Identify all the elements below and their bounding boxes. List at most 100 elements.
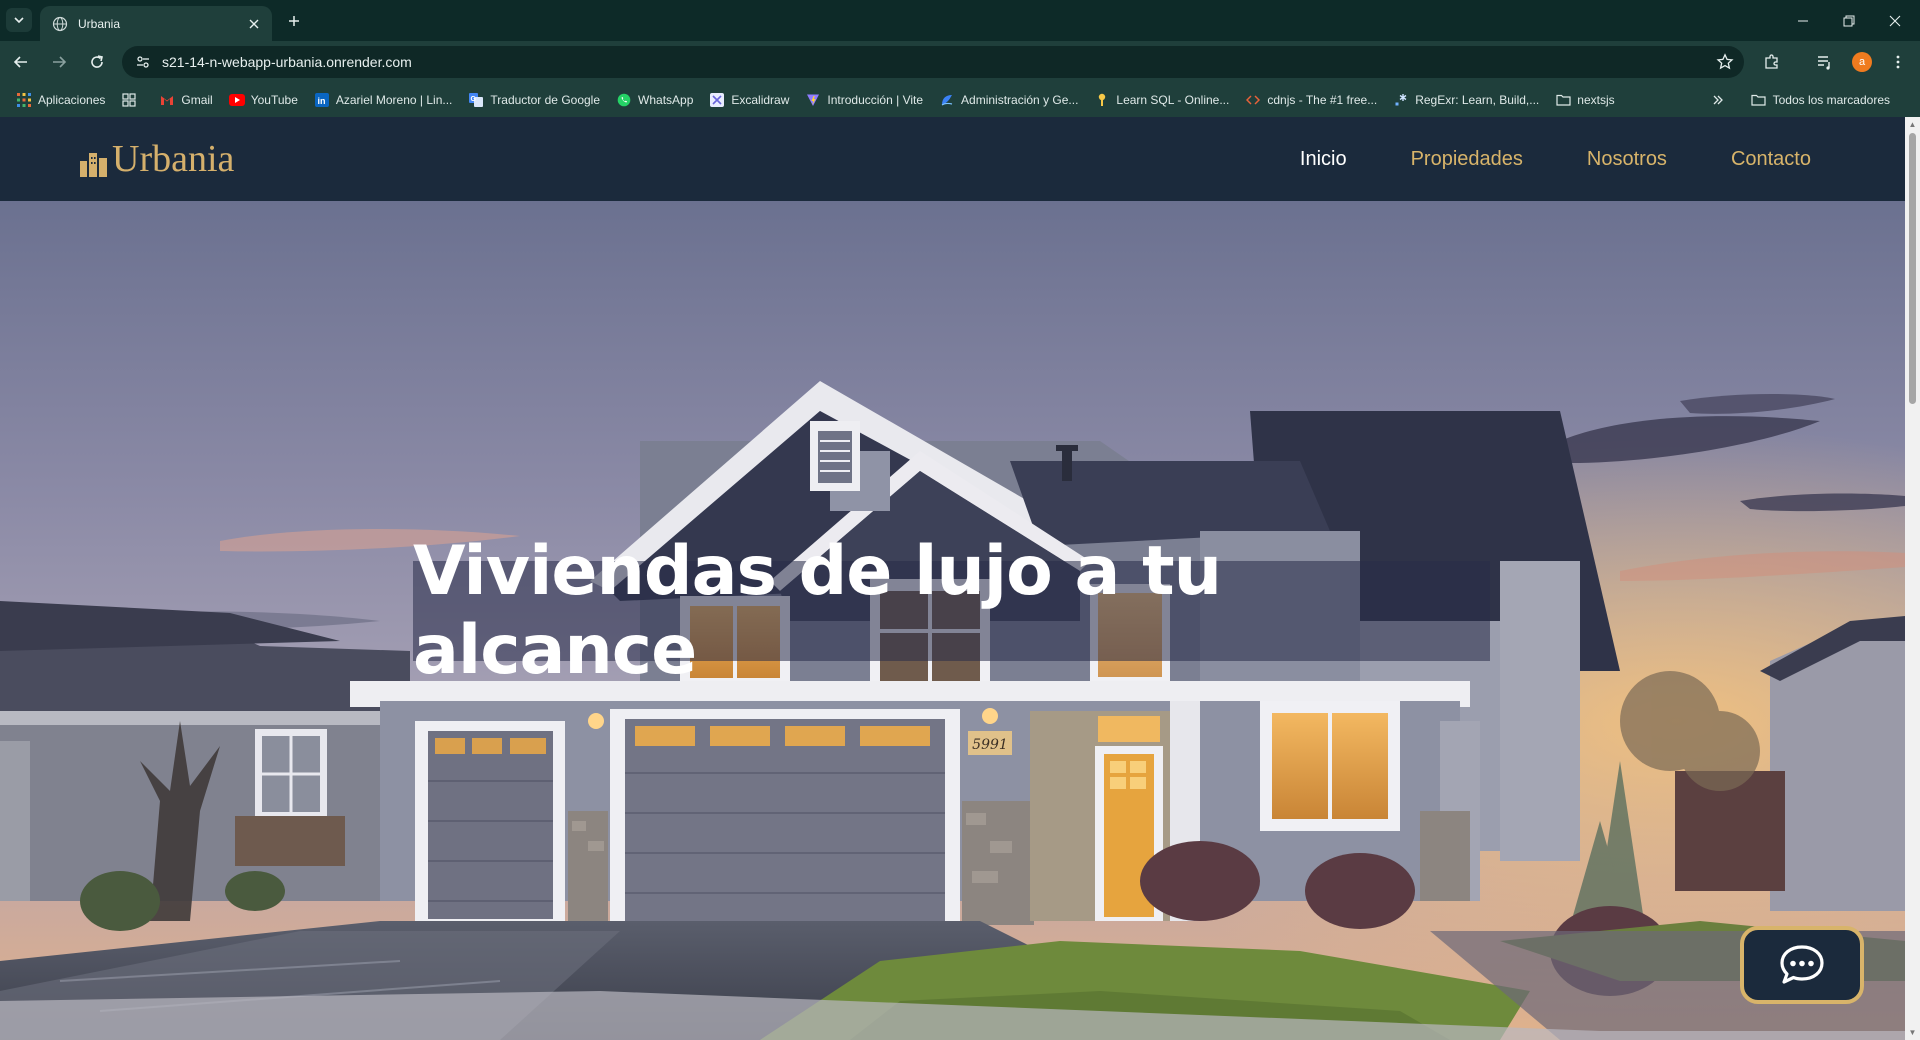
folder-icon [1555,92,1571,108]
apps-grid-icon [16,92,32,108]
globe-icon [52,16,68,31]
site-logo[interactable]: Urbania [78,139,234,179]
nav-link-contacto[interactable]: Contacto [1731,148,1811,171]
forward-button[interactable] [42,45,76,79]
bookmark-linkedin[interactable]: in Azariel Moreno | Lin... [314,92,453,108]
tab-title: Urbania [78,16,121,31]
all-bookmarks-label: Todos los marcadores [1772,93,1890,107]
linkedin-icon: in [314,92,330,108]
bookmark-administracion[interactable]: Administración y Ge... [939,92,1078,108]
scroll-up-arrow-icon[interactable]: ▲ [1908,120,1917,129]
site-header: Urbania Inicio Propiedades Nosotros Cont… [0,117,1905,201]
hero-title: Viviendas de lujo a tu alcance [413,532,1222,690]
browser-menu-button[interactable] [1882,46,1914,78]
url-text[interactable]: s21-14-n-webapp-urbania.onrender.com [162,54,1710,70]
close-icon [1889,15,1901,26]
excalidraw-icon [709,92,725,108]
bookmark-regexr[interactable]: RegExr: Learn, Build,... [1393,92,1539,108]
media-controls-button[interactable] [1809,46,1841,78]
scrollbar-thumb[interactable] [1909,133,1916,404]
bookmark-label: Introducción | Vite [827,93,924,107]
translate-icon: G [468,92,484,108]
bookmark-label: Traductor de Google [490,93,601,107]
new-tab-button[interactable] [282,10,306,32]
bookmark-label: Excalidraw [731,93,790,107]
address-bar[interactable]: s21-14-n-webapp-urbania.onrender.com [122,46,1744,78]
bookmark-gmail[interactable]: Gmail [159,92,213,108]
bookmarks-bar: Aplicaciones Gmail YouTube in Azariel Mo… [0,83,1920,117]
chat-bubble-icon [1780,945,1824,984]
regexr-icon [1393,92,1409,108]
hero-title-overlay: Viviendas de lujo a tu alcance [413,532,1490,690]
profile-button[interactable]: a [1846,46,1878,78]
web-page: Urbania Inicio Propiedades Nosotros Cont… [0,117,1905,1040]
arrow-left-icon [13,56,27,68]
extensions-button[interactable] [1756,46,1788,78]
browser-tabstrip: Urbania [0,0,1920,41]
browser-tab[interactable]: Urbania [40,6,272,41]
bookmark-cdnjs[interactable]: cdnjs - The #1 free... [1245,92,1377,108]
bookmark-folder-nextsjs[interactable]: nextsjs [1555,92,1615,108]
bookmarks-overflow-button[interactable] [1706,83,1730,117]
close-window-button[interactable] [1872,0,1918,41]
chevron-down-icon [14,17,24,24]
svg-text:G: G [471,96,477,103]
bookmark-excalidraw[interactable]: Excalidraw [709,92,789,108]
code-icon [1245,92,1261,108]
svg-text:in: in [317,96,325,106]
restore-icon [1843,15,1855,26]
bookmark-vite[interactable]: Introducción | Vite [805,92,923,108]
nav-link-nosotros[interactable]: Nosotros [1587,148,1667,171]
bookmark-label: cdnjs - The #1 free... [1267,93,1378,107]
main-nav: Inicio Propiedades Nosotros Contacto [1236,117,1811,201]
arrow-right-icon [53,56,67,68]
house-number-text: 5991 [972,737,1008,753]
restore-button[interactable] [1826,0,1872,41]
vite-icon [805,92,821,108]
bookmark-label: RegExr: Learn, Build,... [1415,93,1540,107]
scroll-down-arrow-icon[interactable]: ▼ [1908,1028,1917,1037]
bookmark-label: Azariel Moreno | Lin... [335,93,453,107]
bookmark-aplicaciones[interactable]: Aplicaciones [16,92,105,108]
all-bookmarks-folder[interactable]: Todos los marcadores [1751,83,1890,117]
puzzle-icon [1765,54,1778,69]
minimize-button[interactable] [1780,0,1826,41]
back-button[interactable] [4,45,38,79]
site-info-icon[interactable] [132,51,154,73]
browser-toolbar: s21-14-n-webapp-urbania.onrender.com a [0,41,1920,83]
bookmark-learn-sql[interactable]: Learn SQL - Online... [1094,92,1229,108]
bookmark-label: nextsjs [1577,93,1615,107]
bookmark-grid[interactable] [121,92,143,108]
more-vert-icon [1896,55,1900,69]
bookmark-youtube[interactable]: YouTube [228,92,298,108]
gmail-icon [159,92,175,108]
bookmark-label: WhatsApp [638,93,694,107]
bookmark-label: Administración y Ge... [961,93,1079,107]
bookmark-label: Aplicaciones [38,93,106,107]
youtube-icon [228,92,245,108]
folder-icon [1751,92,1767,108]
plus-icon [289,16,299,26]
bookmark-translate[interactable]: G Traductor de Google [468,92,600,108]
avatar: a [1852,52,1872,72]
sql-icon [1094,92,1110,108]
nav-link-propiedades[interactable]: Propiedades [1411,148,1523,171]
close-tab-icon[interactable] [246,16,262,32]
chat-button[interactable] [1740,926,1864,1004]
page-scrollbar[interactable]: ▲ ▼ [1905,117,1920,1040]
tab-search-button[interactable] [6,8,32,32]
bookmark-whatsapp[interactable]: WhatsApp [616,92,693,108]
hero-section: 5991 Viviendas de lujo a tu alcance [0,201,1905,1040]
logo-text: Urbania [112,138,235,180]
whatsapp-icon [616,92,632,108]
bookmark-label: Gmail [181,93,213,107]
nav-link-inicio[interactable]: Inicio [1300,148,1347,171]
bookmark-label: YouTube [250,93,298,107]
reload-button[interactable] [80,45,114,79]
bookmark-star-icon[interactable] [1710,47,1740,77]
bookmark-label: Learn SQL - Online... [1116,93,1230,107]
admin-icon [939,92,955,108]
minimize-icon [1798,20,1808,21]
double-chevron-right-icon [1713,95,1723,105]
building-icon [80,153,107,177]
